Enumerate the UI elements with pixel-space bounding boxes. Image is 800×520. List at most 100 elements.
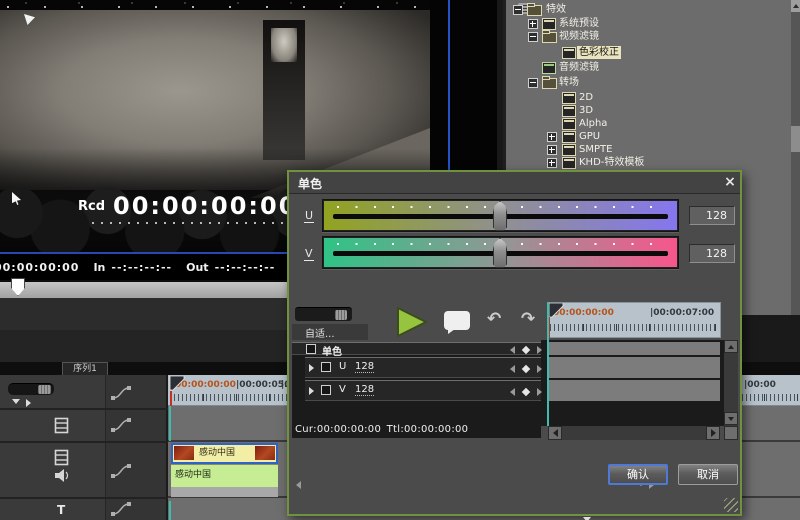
fade-curve-icon[interactable] bbox=[110, 385, 134, 401]
effect-bin-icon bbox=[562, 157, 576, 169]
scroll-left-icon[interactable] bbox=[548, 426, 562, 440]
expand-icon[interactable] bbox=[528, 19, 538, 29]
prev-keyframe-icon[interactable] bbox=[510, 346, 515, 354]
fade-curve-icon[interactable] bbox=[110, 417, 134, 433]
audio-track-icon[interactable] bbox=[54, 469, 70, 483]
expand-icon[interactable] bbox=[547, 132, 557, 142]
undo-icon[interactable]: ↶ bbox=[487, 310, 501, 328]
keyframe-ruler[interactable]: 00:00:00:00 |00:00:07:00 bbox=[547, 302, 721, 338]
dialog-title-bar[interactable]: 单色 × bbox=[289, 172, 740, 194]
fade-curve-icon[interactable] bbox=[110, 463, 134, 479]
scroll-up-icon[interactable] bbox=[724, 340, 738, 353]
current-time: Cur:00:00:00:00 bbox=[295, 424, 381, 435]
u-slider-thumb[interactable] bbox=[493, 201, 507, 231]
title-track-icon[interactable]: T bbox=[57, 503, 65, 517]
v-slider[interactable] bbox=[322, 236, 679, 269]
track-zoom-thumb[interactable] bbox=[38, 385, 51, 394]
kf-playhead-icon[interactable] bbox=[548, 303, 564, 318]
tree-item-label: 转场 bbox=[559, 76, 579, 89]
param-row-u[interactable]: U 128 bbox=[305, 357, 541, 378]
preview-monitor-icon[interactable] bbox=[444, 311, 470, 330]
param-value[interactable]: 128 bbox=[355, 361, 374, 373]
tree-item-smpte[interactable]: SMPTE bbox=[0, 143, 790, 156]
collapse-icon[interactable] bbox=[528, 78, 538, 88]
param-checkbox[interactable] bbox=[306, 344, 316, 354]
scroll-down-icon[interactable] bbox=[724, 412, 738, 425]
resize-grip[interactable] bbox=[724, 498, 738, 512]
keyframe-nav bbox=[510, 388, 542, 396]
v-value-field[interactable]: 128 bbox=[689, 244, 735, 263]
folder-open-icon bbox=[527, 5, 542, 16]
scale-slider-thumb[interactable] bbox=[335, 310, 347, 320]
close-icon[interactable]: × bbox=[722, 174, 738, 190]
preset-dropdown[interactable]: 自适... bbox=[292, 324, 368, 340]
expand-icon[interactable] bbox=[547, 145, 557, 155]
timeline-scale-slider[interactable] bbox=[295, 307, 352, 321]
param-checkbox[interactable] bbox=[321, 362, 331, 372]
out-value: --:--:--:-- bbox=[215, 261, 276, 274]
fade-curve-icon[interactable] bbox=[110, 501, 134, 517]
header-collapse-icon[interactable] bbox=[12, 399, 20, 404]
preset-prev-icon[interactable] bbox=[296, 481, 301, 489]
palette-scrollbar[interactable] bbox=[791, 0, 800, 315]
tree-item-label: KHD-特效模板 bbox=[579, 156, 644, 169]
collapse-icon[interactable] bbox=[528, 32, 538, 42]
timeline-audio-clip[interactable]: 感动中国 bbox=[171, 464, 278, 487]
u-slider[interactable] bbox=[322, 199, 679, 232]
kf-horizontal-scrollbar[interactable] bbox=[548, 426, 720, 440]
keyframe-play-button[interactable] bbox=[392, 305, 432, 340]
tree-item-video-filters[interactable]: 视频滤镜 bbox=[0, 30, 790, 43]
next-keyframe-icon[interactable] bbox=[537, 365, 542, 373]
scroll-up-icon[interactable] bbox=[791, 0, 800, 12]
param-row-monochrome[interactable]: 单色 bbox=[292, 342, 541, 355]
tree-item-system-presets[interactable]: 系统预设 bbox=[0, 17, 790, 30]
collapse-icon[interactable] bbox=[513, 5, 523, 15]
tree-item-label: 系统预设 bbox=[559, 17, 599, 30]
tree-item-transitions[interactable]: 转场 bbox=[0, 76, 790, 89]
add-keyframe-icon[interactable] bbox=[522, 346, 530, 354]
tree-item-3d[interactable]: 3D bbox=[0, 104, 790, 117]
header-expand-icon[interactable] bbox=[26, 399, 31, 407]
video-track-icon[interactable] bbox=[54, 449, 69, 466]
param-row-v[interactable]: V 128 bbox=[305, 380, 541, 401]
param-expand-icon[interactable] bbox=[309, 387, 314, 395]
param-value[interactable]: 128 bbox=[355, 384, 374, 396]
tree-item-alpha[interactable]: Alpha bbox=[0, 117, 790, 130]
confirm-button[interactable]: 确认 bbox=[608, 464, 668, 485]
scroll-right-icon[interactable] bbox=[706, 426, 720, 440]
param-expand-icon[interactable] bbox=[309, 364, 314, 372]
tree-item-label: 3D bbox=[579, 104, 593, 117]
prev-keyframe-icon[interactable] bbox=[510, 388, 515, 396]
timeline-playhead-icon[interactable] bbox=[169, 376, 185, 391]
tree-item-audio-filters[interactable]: 音频滤镜 bbox=[0, 61, 790, 74]
expand-icon[interactable] bbox=[547, 158, 557, 168]
kf-track-row[interactable] bbox=[548, 380, 720, 401]
palette-scroll-thumb[interactable] bbox=[791, 126, 800, 152]
tree-item-label: 视频滤镜 bbox=[559, 30, 599, 43]
track-zoom-slider[interactable] bbox=[8, 383, 54, 395]
tab-sequence-1[interactable]: 序列1 bbox=[62, 362, 108, 375]
param-label: 单色 bbox=[322, 343, 342, 358]
timeline-video-clip[interactable]: 感动中国 bbox=[171, 443, 278, 464]
param-checkbox[interactable] bbox=[321, 385, 331, 395]
tree-item-gpu[interactable]: GPU bbox=[0, 130, 790, 143]
redo-icon[interactable]: ↷ bbox=[521, 310, 535, 328]
cancel-button[interactable]: 取消 bbox=[678, 464, 738, 485]
tree-item-khd-templates[interactable]: KHD-特效模板 bbox=[0, 156, 790, 169]
kf-track-row[interactable] bbox=[548, 357, 720, 378]
tree-item-2d[interactable]: 2D bbox=[0, 91, 790, 104]
video-track-icon[interactable] bbox=[54, 417, 69, 434]
next-keyframe-icon[interactable] bbox=[537, 346, 542, 354]
tree-item-color-correction[interactable]: 色彩校正 bbox=[0, 46, 790, 59]
v-slider-thumb[interactable] bbox=[493, 238, 507, 268]
next-keyframe-icon[interactable] bbox=[537, 388, 542, 396]
tree-item-label: 2D bbox=[579, 91, 593, 104]
kf-track-row[interactable] bbox=[548, 342, 720, 355]
tree-item-effects[interactable]: 特效 bbox=[0, 3, 790, 16]
add-keyframe-icon[interactable] bbox=[522, 365, 530, 373]
prev-keyframe-icon[interactable] bbox=[510, 365, 515, 373]
add-keyframe-icon[interactable] bbox=[522, 388, 530, 396]
ruler-label-far-right: |00:00 bbox=[744, 380, 776, 390]
timeline-clip-mixer-strip[interactable] bbox=[171, 487, 278, 497]
u-value-field[interactable]: 128 bbox=[689, 206, 735, 225]
